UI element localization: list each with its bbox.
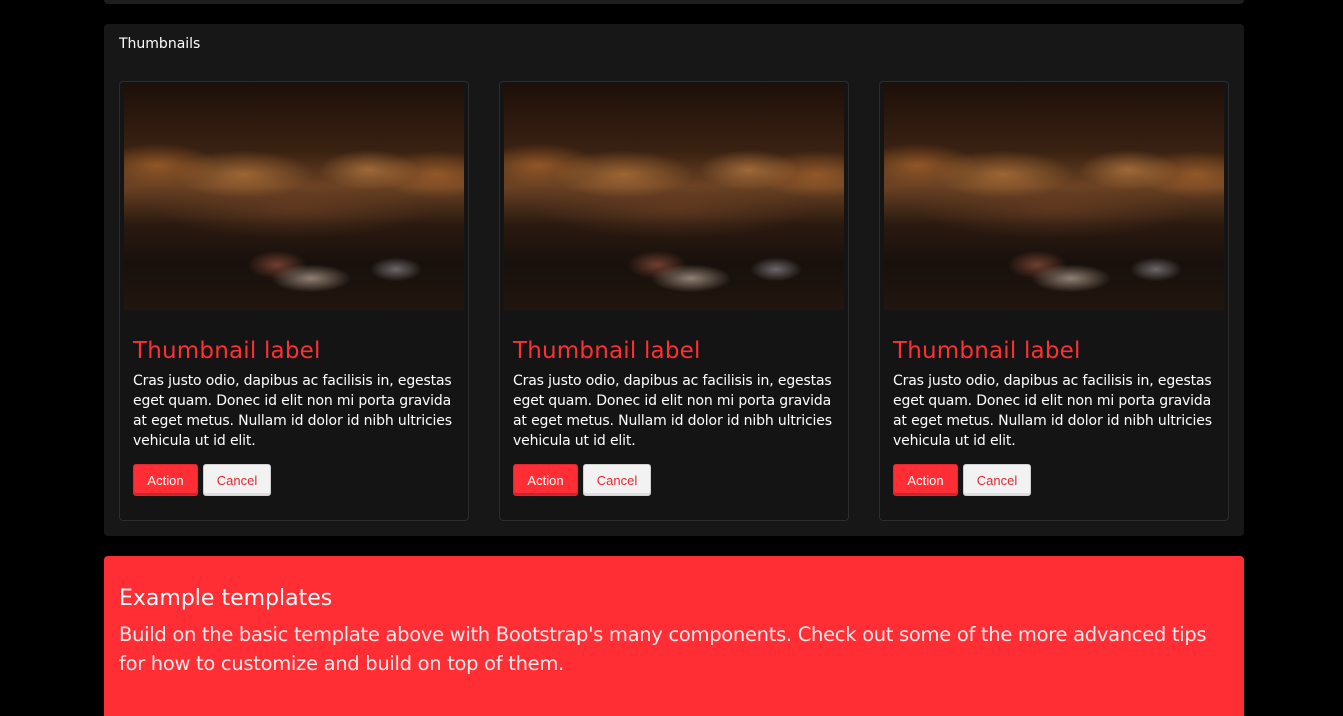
thumbnail-label: Thumbnail label [513,338,701,364]
thumbnail-card: Thumbnail label Cras justo odio, dapibus… [499,81,849,521]
thumbnail-image [884,84,1224,310]
thumbnail-caption: Thumbnail label Cras justo odio, dapibus… [893,336,1217,451]
panel-title: Thumbnails [119,36,201,52]
action-button[interactable]: Action [893,464,958,496]
action-button[interactable]: Action [513,464,578,496]
thumbnail-buttons: Action Cancel [893,464,1031,496]
thumbnail-image [124,84,464,310]
action-button[interactable]: Action [133,464,198,496]
thumbnail-card: Thumbnail label Cras justo odio, dapibus… [119,81,469,521]
thumbnail-text: Cras justo odio, dapibus ac facilisis in… [513,373,832,449]
cancel-button[interactable]: Cancel [203,464,271,496]
jumbotron-title: Example templates [119,586,333,611]
cancel-button[interactable]: Cancel [583,464,651,496]
thumbnail-text: Cras justo odio, dapibus ac facilisis in… [133,373,452,449]
thumbnail-caption: Thumbnail label Cras justo odio, dapibus… [133,336,457,451]
jumbotron-text: Build on the basic template above with B… [119,623,1207,675]
thumbnail-label: Thumbnail label [133,338,321,364]
thumbnail-card: Thumbnail label Cras justo odio, dapibus… [879,81,1229,521]
thumbnail-image [504,84,844,310]
thumbnail-buttons: Action Cancel [133,464,271,496]
thumbnail-text: Cras justo odio, dapibus ac facilisis in… [893,373,1212,449]
cancel-button[interactable]: Cancel [963,464,1031,496]
thumbnail-caption: Thumbnail label Cras justo odio, dapibus… [513,336,837,451]
thumbnails-panel: Thumbnails Thumbnail label Cras justo od… [104,24,1244,536]
thumbnail-buttons: Action Cancel [513,464,651,496]
thumbnail-label: Thumbnail label [893,338,1081,364]
example-templates-jumbotron: Example templates Build on the basic tem… [104,556,1244,716]
previous-panel-edge [104,0,1244,4]
